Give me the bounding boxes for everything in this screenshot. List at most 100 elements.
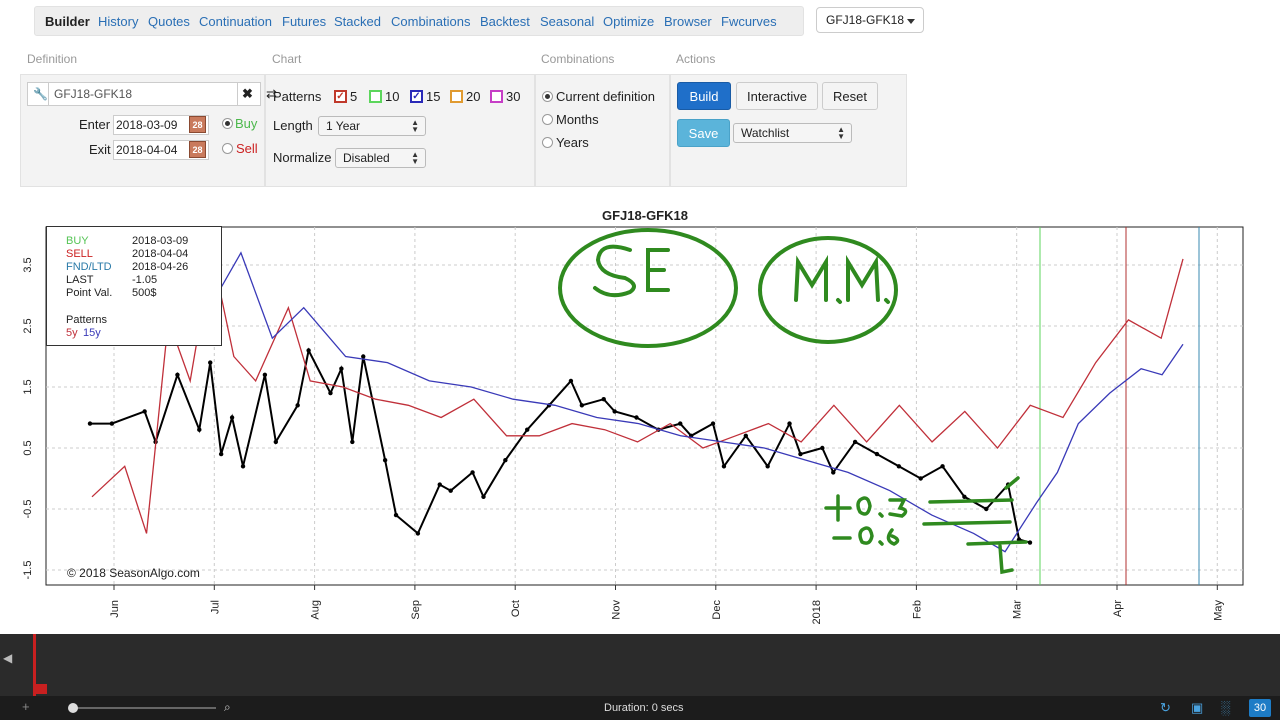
data-point — [962, 494, 967, 499]
fps-badge: 30 — [1249, 699, 1271, 717]
info-key: BUY — [66, 235, 89, 247]
data-point — [262, 372, 268, 377]
data-point — [350, 439, 355, 445]
data-point — [328, 390, 333, 396]
x-tick-label: Sep — [410, 600, 422, 620]
combination-option-label[interactable]: Years — [556, 135, 589, 150]
editor-bottom-bar: + ⌕ Duration: 0 secs ↻ ▣ ░ 30 — [0, 696, 1280, 720]
data-point — [1027, 540, 1033, 545]
info-key: SELL — [66, 248, 93, 260]
y-tick-label: 3.5 — [22, 257, 34, 272]
plus-icon[interactable]: + — [22, 699, 30, 714]
data-point — [448, 488, 453, 493]
pattern-5-label[interactable]: 5 — [350, 89, 357, 104]
info-value: -1.05 — [132, 274, 158, 286]
data-point — [503, 458, 508, 463]
data-point — [295, 403, 300, 408]
pattern-5-checkbox[interactable]: ✓ — [334, 90, 347, 103]
image-icon[interactable]: ▣ — [1191, 700, 1203, 716]
refresh-icon[interactable]: ↻ — [1160, 700, 1171, 716]
data-point — [437, 482, 442, 487]
data-point — [634, 415, 639, 420]
info-value: 500$ — [132, 287, 157, 299]
data-point — [601, 397, 606, 402]
data-point — [765, 464, 770, 469]
x-tick-label: Jul — [209, 600, 221, 614]
data-point — [820, 445, 825, 451]
y-tick-label: -1.5 — [22, 561, 34, 580]
copyright-text: © 2018 SeasonAlgo.com — [67, 566, 200, 580]
y-tick-label: 2.5 — [22, 318, 34, 333]
pattern-10-checkbox[interactable] — [369, 90, 382, 103]
data-point — [229, 415, 235, 420]
data-point — [579, 403, 585, 408]
record-marker — [33, 684, 47, 694]
data-point — [743, 433, 749, 438]
x-tick-label: 2018 — [811, 600, 823, 624]
data-point — [984, 506, 989, 512]
chart-title: GFJ18-GFK18 — [602, 208, 688, 223]
data-point — [918, 476, 923, 481]
data-point — [852, 439, 858, 445]
chart-info-box: BUY 2018-03-09 SELL 2018-04-04 FND/LTD 2018-0… — [46, 226, 222, 346]
info-value: 2018-04-04 — [132, 248, 189, 260]
x-tick-label: Mar — [1012, 600, 1024, 619]
data-point — [142, 409, 147, 414]
zoom-slider-track[interactable] — [72, 707, 216, 709]
audio-icon[interactable]: ░ — [1221, 700, 1230, 715]
data-point — [197, 427, 202, 432]
y-tick-label: 0.5 — [22, 440, 34, 455]
data-point — [798, 451, 803, 457]
data-point — [896, 464, 902, 469]
pattern-5y-label: 5y — [66, 327, 78, 339]
app-window: Builder History Quotes Continuation Futures S… — [0, 0, 1280, 634]
y-tick-label: 1.5 — [22, 379, 34, 394]
combination-radio-0[interactable] — [542, 91, 553, 102]
pattern-30-label[interactable]: 30 — [506, 89, 520, 104]
combination-radio-2[interactable] — [542, 137, 553, 148]
x-tick-label: Aug — [310, 600, 322, 620]
data-point — [382, 458, 388, 463]
pattern-20-checkbox[interactable] — [450, 90, 463, 103]
duration-label: Duration: 0 secs — [604, 702, 684, 714]
data-point — [481, 494, 486, 499]
pattern-20-label[interactable]: 20 — [466, 89, 480, 104]
patterns-title: Patterns — [66, 314, 107, 326]
info-value: 2018-03-09 — [132, 235, 189, 247]
pattern-15-checkbox[interactable]: ✓ — [410, 90, 423, 103]
info-key: LAST — [66, 274, 94, 286]
x-tick-label: Dec — [711, 600, 723, 620]
data-point — [361, 354, 366, 359]
data-point — [940, 464, 945, 469]
data-point — [339, 366, 344, 371]
data-point — [525, 427, 530, 432]
combination-option-label[interactable]: Current definition — [556, 89, 655, 104]
data-point — [874, 451, 880, 457]
timeline-strip[interactable]: ◀ — [0, 634, 1280, 696]
data-point — [831, 470, 836, 475]
data-point — [240, 464, 246, 469]
combination-radio-1[interactable] — [542, 114, 553, 125]
zoom-slider-knob[interactable] — [68, 703, 78, 713]
pattern-10-label[interactable]: 10 — [385, 89, 399, 104]
data-point — [787, 421, 792, 426]
data-point — [470, 470, 475, 475]
data-point — [393, 512, 399, 518]
data-point — [568, 378, 574, 384]
data-point — [612, 409, 617, 414]
pattern-15-label[interactable]: 15 — [426, 89, 440, 104]
data-point — [721, 464, 727, 469]
data-point — [710, 421, 716, 426]
x-tick-label: Oct — [510, 600, 522, 617]
pattern-15y-label: 15y — [83, 327, 101, 339]
info-key: FND/LTD — [66, 261, 112, 273]
pattern-30-checkbox[interactable] — [490, 90, 503, 103]
x-tick-label: Feb — [911, 600, 923, 619]
info-value: 2018-04-26 — [132, 261, 189, 273]
data-point — [87, 421, 93, 426]
data-point — [306, 348, 311, 353]
speaker-icon[interactable]: ◀ — [3, 651, 12, 665]
search-icon[interactable]: ⌕ — [224, 700, 231, 715]
data-point — [415, 531, 421, 536]
combination-option-label[interactable]: Months — [556, 112, 599, 127]
